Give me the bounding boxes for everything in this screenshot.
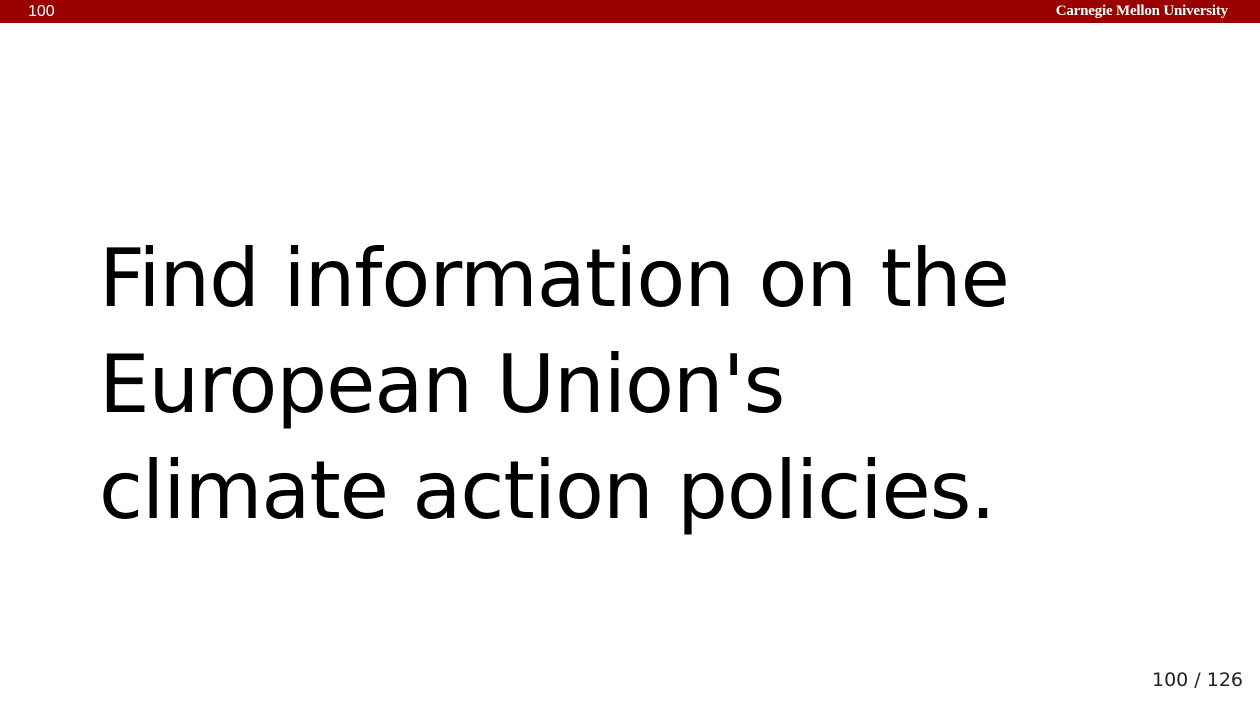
slide-text-line-1: Find information on the [99, 232, 1010, 325]
header-bar: 100 Carnegie Mellon University [0, 0, 1260, 23]
header-slide-number: 100 [28, 3, 55, 20]
university-logo: Carnegie Mellon University [1055, 3, 1228, 19]
slide-text-line-2: European Union's [99, 338, 785, 431]
slide-text-line-3: climate action policies. [99, 444, 996, 537]
page-counter: 100 / 126 [1151, 669, 1243, 691]
slide-body-text: Find information on the European Union's… [99, 226, 1099, 544]
